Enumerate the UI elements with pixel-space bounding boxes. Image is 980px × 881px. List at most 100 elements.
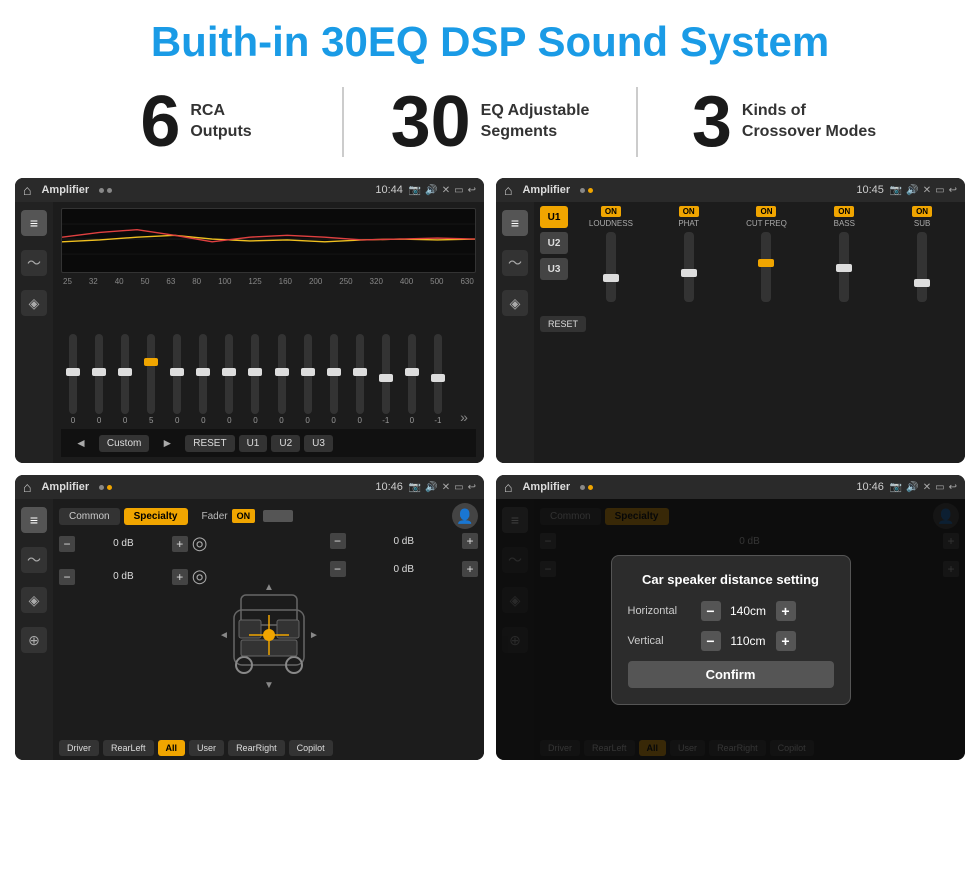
eq-u1-btn[interactable]: U1 xyxy=(239,435,268,452)
amp-u2-btn[interactable]: U2 xyxy=(540,232,568,254)
eq-slider-0[interactable]: 0 xyxy=(61,334,85,425)
eq-prev-btn[interactable]: ◄ xyxy=(67,433,95,453)
amp-u3-btn[interactable]: U3 xyxy=(540,258,568,280)
svg-text:◄: ◄ xyxy=(219,630,229,641)
phat-on[interactable]: ON xyxy=(679,206,699,217)
amp-controls: ON LOUDNESS ON PHAT xyxy=(574,206,959,304)
eq-u2-btn[interactable]: U2 xyxy=(271,435,300,452)
x-icon-2: ✕ xyxy=(923,185,931,196)
eq-slider-12[interactable]: -1 xyxy=(374,334,398,425)
svg-text:▲: ▲ xyxy=(264,582,274,593)
common-tab[interactable]: Common xyxy=(59,508,120,525)
eq-icon-3[interactable]: ≡ xyxy=(21,507,47,533)
loudness-on[interactable]: ON xyxy=(601,206,621,217)
speaker-icon[interactable]: ◈ xyxy=(21,290,47,316)
wave-icon[interactable]: 〜 xyxy=(21,250,47,276)
car-diagram: ▲ ▼ ◄ ► xyxy=(214,533,324,736)
eq-custom-btn[interactable]: Custom xyxy=(99,435,149,452)
eq-slider-9[interactable]: 0 xyxy=(296,334,320,425)
eq-icon-2[interactable]: ≡ xyxy=(502,210,528,236)
dot7 xyxy=(580,485,585,490)
cutfreq-on[interactable]: ON xyxy=(756,206,776,217)
fader-plus-3[interactable]: + xyxy=(462,561,478,577)
back-icon-2: ↩ xyxy=(949,185,957,196)
stat-crossover-label1: Kinds of xyxy=(742,101,876,122)
rearleft-btn[interactable]: RearLeft xyxy=(103,740,154,756)
confirm-button[interactable]: Confirm xyxy=(628,661,834,688)
eq-slider-11[interactable]: 0 xyxy=(348,334,372,425)
fader-plus-1[interactable]: + xyxy=(172,569,188,585)
eq-slider-10[interactable]: 0 xyxy=(322,334,346,425)
dialog-vertical-minus[interactable]: − xyxy=(701,631,721,651)
speaker-icon-3[interactable]: ◈ xyxy=(21,587,47,613)
all-btn[interactable]: All xyxy=(158,740,186,756)
user-btn[interactable]: User xyxy=(189,740,224,756)
status-bar-2: ⌂ Amplifier 10:45 📷 🔊 ✕ ▭ ↩ xyxy=(496,178,965,202)
svg-text:▼: ▼ xyxy=(264,680,274,690)
status-dots-1 xyxy=(99,188,112,193)
fader-plus-0[interactable]: + xyxy=(172,536,188,552)
eq-icon[interactable]: ≡ xyxy=(21,210,47,236)
eq-reset-btn[interactable]: RESET xyxy=(185,435,234,452)
eq-slider-2[interactable]: 0 xyxy=(113,334,137,425)
dialog-horizontal-minus[interactable]: − xyxy=(701,601,721,621)
eq-freq-labels: 25 32 40 50 63 80 100 125 160 200 250 32… xyxy=(61,277,476,286)
fader-minus-3[interactable]: − xyxy=(330,561,346,577)
screens-grid: ⌂ Amplifier 10:44 📷 🔊 ✕ ▭ ↩ ≡ 〜 ◈ xyxy=(0,173,980,770)
driver-btn[interactable]: Driver xyxy=(59,740,99,756)
freq-25: 25 xyxy=(63,277,72,286)
specialty-tab[interactable]: Specialty xyxy=(124,508,188,525)
eq-next-btn[interactable]: ► xyxy=(153,433,181,453)
rearright-btn[interactable]: RearRight xyxy=(228,740,285,756)
cutfreq-slider[interactable] xyxy=(761,232,771,302)
eq-slider-3[interactable]: 5 xyxy=(139,334,163,425)
fader-db-row-0: − 0 dB + ◎ xyxy=(59,533,208,554)
balance-icon[interactable]: ⊕ xyxy=(21,627,47,653)
person-icon: 👤 xyxy=(452,503,478,529)
dot3 xyxy=(580,188,585,193)
x-icon-3: ✕ xyxy=(442,482,450,493)
eq-slider-5[interactable]: 0 xyxy=(191,334,215,425)
dialog-vertical-plus[interactable]: + xyxy=(776,631,796,651)
eq-slider-13[interactable]: 0 xyxy=(400,334,424,425)
bass-slider[interactable] xyxy=(839,232,849,302)
wave-icon-3[interactable]: 〜 xyxy=(21,547,47,573)
amp-sub: ON SUB xyxy=(885,206,959,304)
freq-125: 125 xyxy=(248,277,261,286)
screen1-content: ≡ 〜 ◈ 2 xyxy=(15,202,484,463)
eq-u3-btn[interactable]: U3 xyxy=(304,435,333,452)
fader-db-val-2: 0 dB xyxy=(350,536,459,547)
dialog-horizontal-plus[interactable]: + xyxy=(776,601,796,621)
fader-body: − 0 dB + ◎ − 0 dB + ◎ xyxy=(59,533,478,736)
amp-reset-btn[interactable]: RESET xyxy=(540,316,586,332)
eq-slider-14[interactable]: -1 xyxy=(426,334,450,425)
phat-slider[interactable] xyxy=(684,232,694,302)
eq-slider-4[interactable]: 0 xyxy=(165,334,189,425)
stat-divider-1 xyxy=(342,87,344,157)
amp-u1-btn[interactable]: U1 xyxy=(540,206,568,228)
status-dots-3 xyxy=(99,485,112,490)
fader-plus-2[interactable]: + xyxy=(462,533,478,549)
fader-minus-0[interactable]: − xyxy=(59,536,75,552)
fader-minus-1[interactable]: − xyxy=(59,569,75,585)
sub-on[interactable]: ON xyxy=(912,206,932,217)
eq-slider-1[interactable]: 0 xyxy=(87,334,111,425)
dot5 xyxy=(99,485,104,490)
eq-slider-6[interactable]: 0 xyxy=(217,334,241,425)
bass-on[interactable]: ON xyxy=(834,206,854,217)
screen1-icons: 📷 🔊 ✕ ▭ ↩ xyxy=(409,185,476,196)
fader-on-badge[interactable]: ON xyxy=(232,509,256,523)
speaker-icon-2[interactable]: ◈ xyxy=(502,290,528,316)
side-icons-3: ≡ 〜 ◈ ⊕ xyxy=(15,499,53,760)
fader-minus-2[interactable]: − xyxy=(330,533,346,549)
wave-icon-2[interactable]: 〜 xyxy=(502,250,528,276)
amp-loudness: ON LOUDNESS xyxy=(574,206,648,304)
eq-slider-7[interactable]: 0 xyxy=(243,334,267,425)
sub-slider[interactable] xyxy=(917,232,927,302)
fader-slider[interactable] xyxy=(263,510,293,522)
stat-eq-number: 30 xyxy=(391,86,471,158)
loudness-slider[interactable] xyxy=(606,232,616,302)
amp-cutfreq: ON CUT FREQ xyxy=(730,206,804,304)
eq-slider-8[interactable]: 0 xyxy=(270,334,294,425)
copilot-btn[interactable]: Copilot xyxy=(289,740,333,756)
